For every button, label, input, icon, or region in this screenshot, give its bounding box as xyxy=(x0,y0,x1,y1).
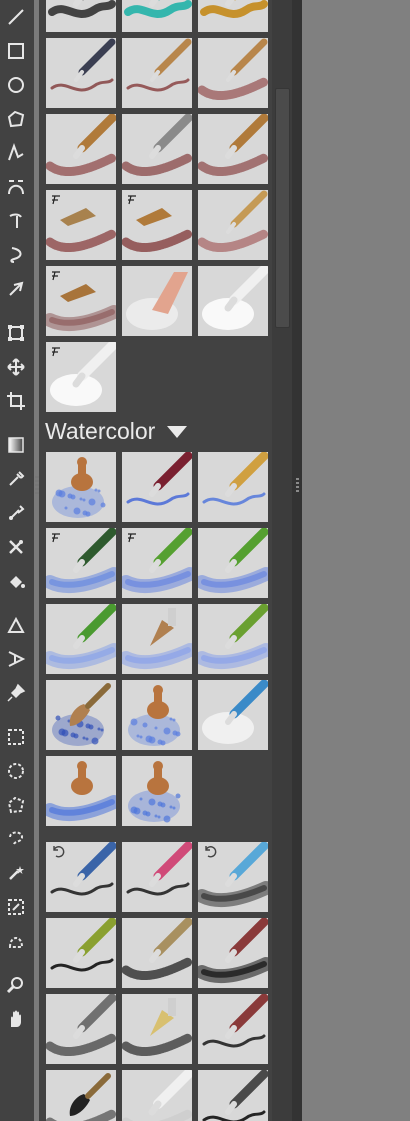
brush-preset-thumbnail[interactable] xyxy=(198,452,268,522)
canvas-area[interactable] xyxy=(302,0,410,1121)
brush-preset-thumbnail[interactable] xyxy=(122,680,192,750)
brush-preset-thumbnail[interactable] xyxy=(122,38,192,108)
brush-preset-thumbnail[interactable] xyxy=(46,680,116,750)
brush-preset-thumbnail[interactable] xyxy=(122,528,192,598)
rectangle-icon[interactable] xyxy=(5,40,27,62)
brush-preset-thumbnail[interactable] xyxy=(198,1070,268,1121)
brush-preset-thumbnail[interactable] xyxy=(122,266,192,336)
brush-preset-thumbnail[interactable] xyxy=(122,1070,192,1121)
bezier-select-icon[interactable] xyxy=(5,930,27,952)
freehand-path-icon[interactable] xyxy=(5,244,27,266)
brush-preset-thumbnail[interactable] xyxy=(198,604,268,674)
brush-preset-thumbnail[interactable] xyxy=(198,266,268,336)
brush-preset-thumbnail[interactable] xyxy=(46,342,116,412)
brush-preset-thumbnail[interactable] xyxy=(46,0,116,32)
brush-preset-thumbnail[interactable] xyxy=(122,842,192,912)
fill-icon[interactable] xyxy=(5,570,27,592)
brush-preset-thumbnail[interactable] xyxy=(122,452,192,522)
dock-splitter[interactable] xyxy=(292,0,302,1121)
brush-group-header-watercolor[interactable]: Watercolor xyxy=(45,418,188,445)
polygon-select-icon[interactable] xyxy=(5,794,27,816)
gradient-icon[interactable] xyxy=(5,434,27,456)
crop-icon[interactable] xyxy=(5,390,27,412)
multibrush-icon[interactable] xyxy=(5,278,27,300)
brush-preset-thumbnail[interactable] xyxy=(122,756,192,826)
brush-preset-thumbnail[interactable] xyxy=(46,756,116,826)
brush-preset-thumbnail[interactable] xyxy=(122,190,192,260)
brush-preset-thumbnail[interactable] xyxy=(122,114,192,184)
smart-patch-icon[interactable] xyxy=(5,502,27,524)
brush-group-label: Watercolor xyxy=(45,418,156,444)
brush-preset-thumbnail[interactable] xyxy=(46,842,116,912)
brush-preset-thumbnail[interactable] xyxy=(198,114,268,184)
scrollbar-thumb[interactable] xyxy=(275,88,290,328)
brush-preset-thumbnail[interactable] xyxy=(122,994,192,1064)
brush-preset-thumbnail[interactable] xyxy=(46,38,116,108)
brush-preset-thumbnail[interactable] xyxy=(46,604,116,674)
ellipse-icon[interactable] xyxy=(5,74,27,96)
brush-preset-thumbnail[interactable] xyxy=(46,452,116,522)
brush-preset-thumbnail[interactable] xyxy=(46,918,116,988)
panel-scrollbar[interactable] xyxy=(272,0,292,1121)
assistant-icon[interactable] xyxy=(5,614,27,636)
brush-preset-thumbnail[interactable] xyxy=(198,528,268,598)
ellipse-select-icon[interactable] xyxy=(5,760,27,782)
similar-color-select-icon[interactable] xyxy=(5,896,27,918)
zoom-icon[interactable] xyxy=(5,974,27,996)
toolbox xyxy=(0,0,34,1121)
brush-preset-thumbnail[interactable] xyxy=(198,918,268,988)
polygon-icon[interactable] xyxy=(5,108,27,130)
pan-hand-icon[interactable] xyxy=(5,1008,27,1030)
move-icon[interactable] xyxy=(5,356,27,378)
brush-preset-thumbnail[interactable] xyxy=(198,0,268,32)
brush-preset-thumbnail[interactable] xyxy=(46,1070,116,1121)
polyline-icon[interactable] xyxy=(5,142,27,164)
reference-pin-icon[interactable] xyxy=(5,682,27,704)
perspective-grid-icon[interactable] xyxy=(5,648,27,670)
brush-preset-thumbnail[interactable] xyxy=(198,680,268,750)
brush-preset-thumbnail[interactable] xyxy=(198,190,268,260)
brush-preset-thumbnail[interactable] xyxy=(46,994,116,1064)
brush-preset-thumbnail[interactable] xyxy=(122,918,192,988)
splitter-grip-icon xyxy=(296,478,299,492)
brush-presets-panel: Watercolor xyxy=(39,0,272,1121)
transform-icon[interactable] xyxy=(5,322,27,344)
color-picker-icon[interactable] xyxy=(5,468,27,490)
dynamic-brush-icon[interactable] xyxy=(5,210,27,232)
bezier-curve-icon[interactable] xyxy=(5,176,27,198)
brush-preset-thumbnail[interactable] xyxy=(198,994,268,1064)
rectangle-select-icon[interactable] xyxy=(5,726,27,748)
brush-preset-thumbnail[interactable] xyxy=(122,0,192,32)
brush-preset-thumbnail[interactable] xyxy=(46,114,116,184)
brush-preset-thumbnail[interactable] xyxy=(46,190,116,260)
line-icon[interactable] xyxy=(5,6,27,28)
magic-wand-select-icon[interactable] xyxy=(5,862,27,884)
chevron-down-icon xyxy=(167,425,188,438)
freehand-select-icon[interactable] xyxy=(5,828,27,850)
brush-preset-thumbnail[interactable] xyxy=(198,842,268,912)
colorize-mask-icon[interactable] xyxy=(5,536,27,558)
brush-preset-thumbnail[interactable] xyxy=(198,38,268,108)
brush-preset-thumbnail[interactable] xyxy=(46,528,116,598)
brush-preset-thumbnail[interactable] xyxy=(122,604,192,674)
brush-preset-thumbnail[interactable] xyxy=(46,266,116,336)
